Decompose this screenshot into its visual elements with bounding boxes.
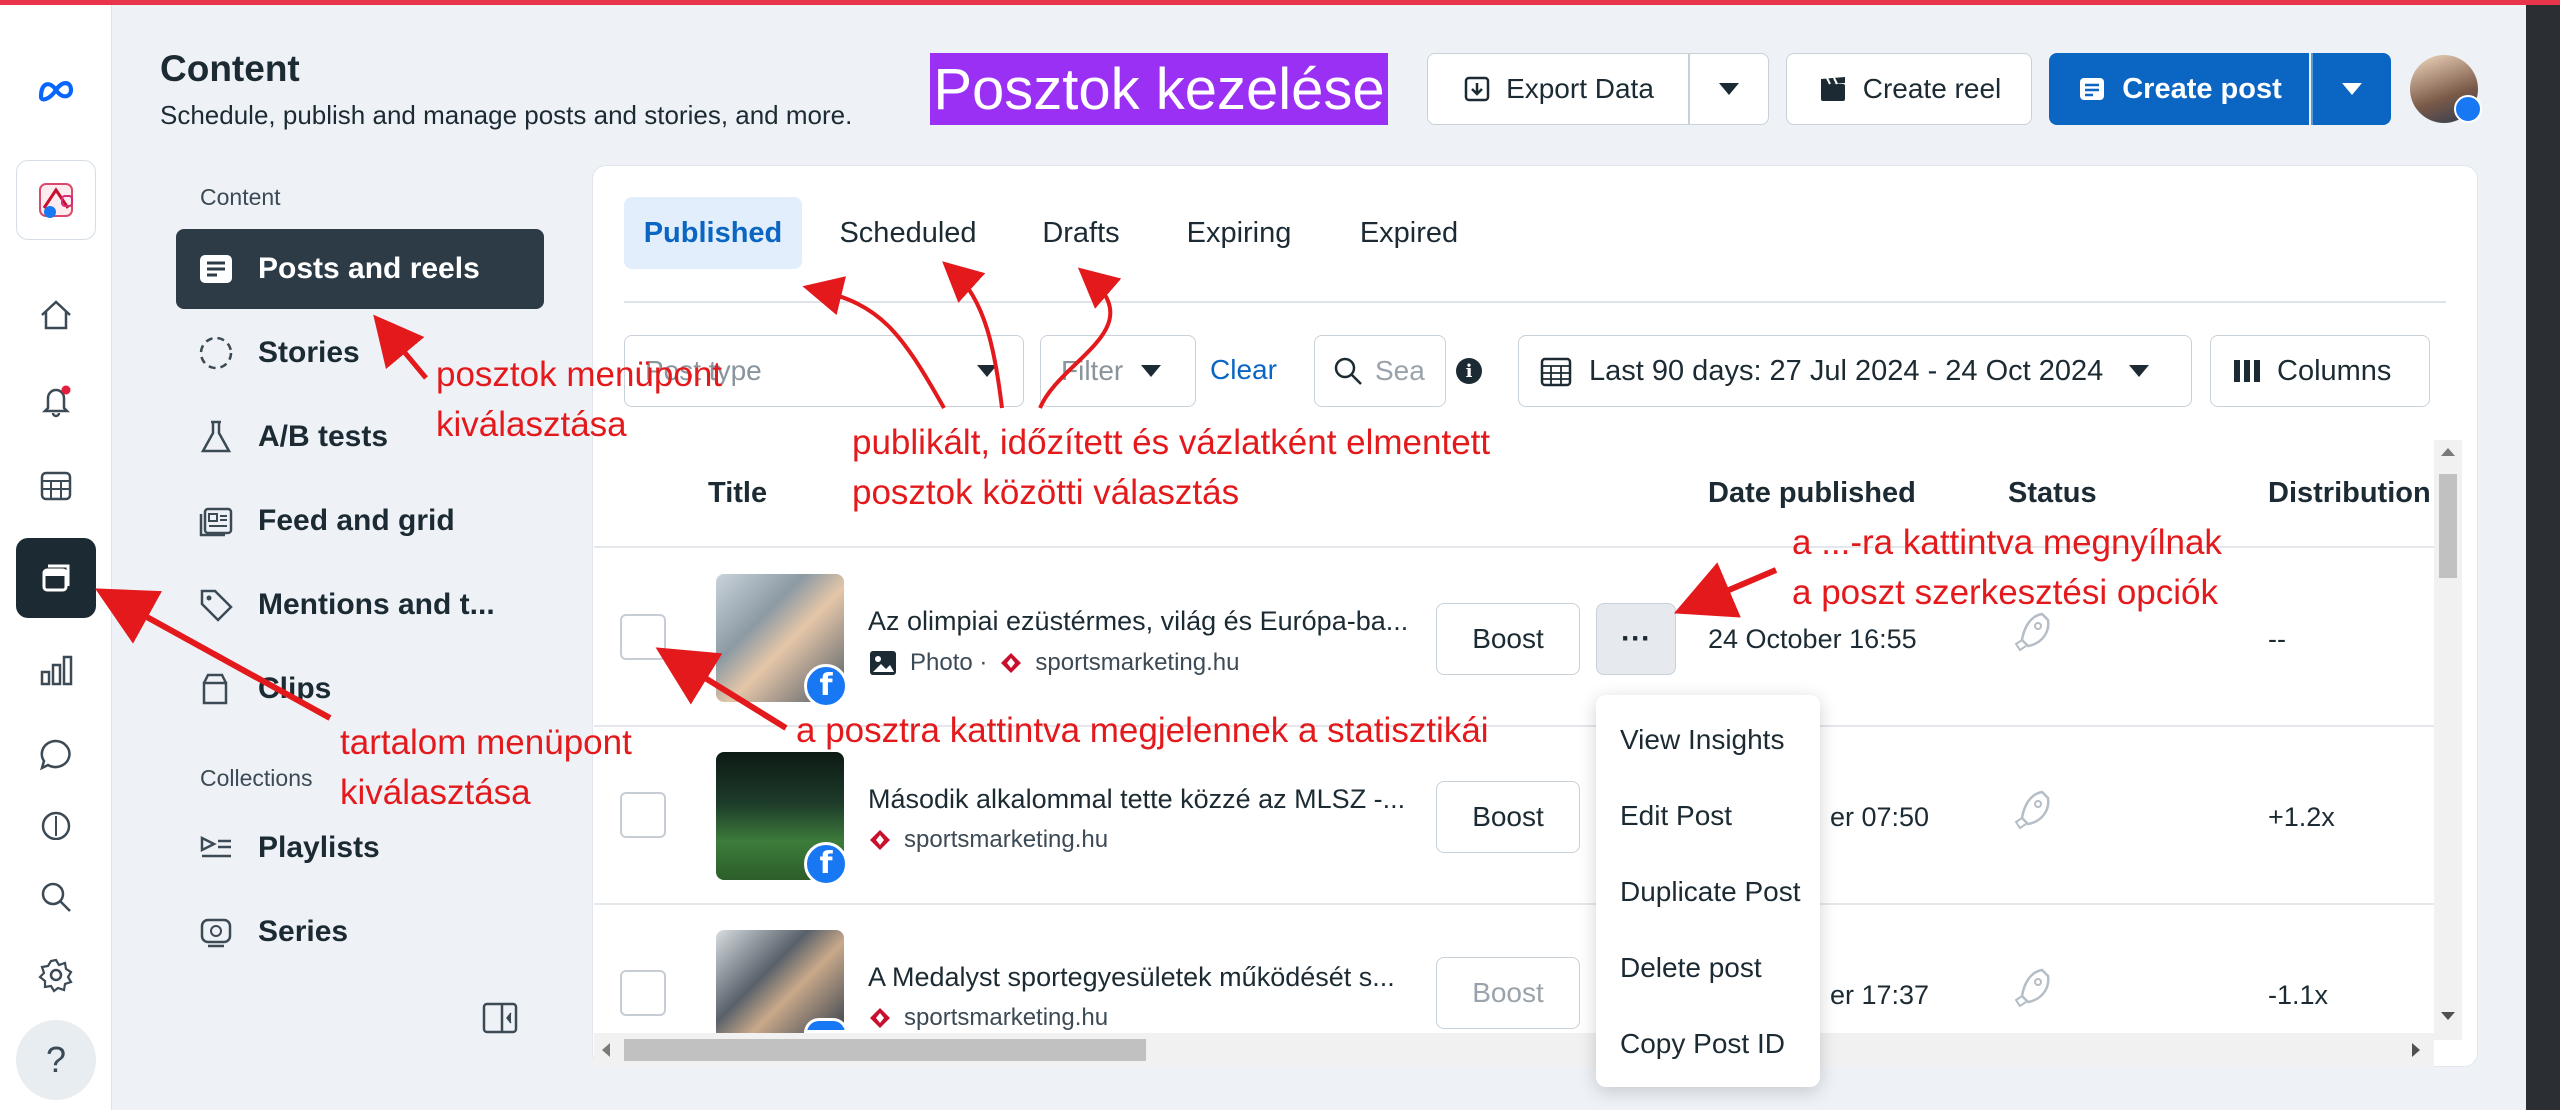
annotation-arrows xyxy=(94,261,1778,731)
arrow-scheduled-tab xyxy=(942,261,1004,409)
arrow-published-tab xyxy=(802,276,946,409)
arrow-post-row xyxy=(655,647,788,731)
arrow-more-options xyxy=(1673,562,1778,618)
arrow-content-menu xyxy=(94,588,332,721)
arrow-drafts-tab xyxy=(1038,267,1122,409)
arrow-posts-menu xyxy=(373,314,428,380)
